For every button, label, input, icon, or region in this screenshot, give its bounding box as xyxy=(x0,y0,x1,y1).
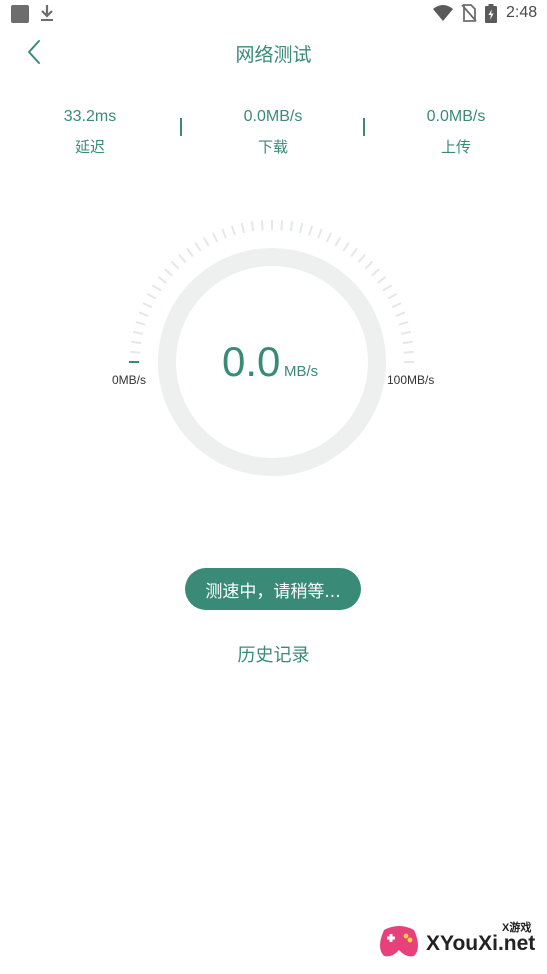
scale-max-label: 100MB/s xyxy=(387,373,435,387)
gauge-tick xyxy=(212,232,219,243)
gauge-tick xyxy=(325,232,332,243)
gauge-tick xyxy=(342,241,350,252)
gauge-tick xyxy=(250,221,255,232)
watermark-text: XYouXi.net xyxy=(426,932,536,955)
gauge-tick xyxy=(398,321,409,326)
gauge-tick xyxy=(391,302,402,309)
gauge-tick xyxy=(364,260,374,270)
gauge-tick xyxy=(402,340,413,345)
gauge-tick xyxy=(151,284,162,292)
gauge-tick xyxy=(357,254,366,263)
gauge-tick xyxy=(308,225,313,236)
gauge-tick xyxy=(138,311,149,317)
speed-gauge xyxy=(129,220,414,476)
gauge-tick xyxy=(130,350,141,354)
gauge-tick xyxy=(231,225,236,236)
gauge-tick xyxy=(131,340,142,345)
gauge-tick xyxy=(403,350,414,354)
gauge-tick xyxy=(377,276,387,284)
speed-unit: MB/s xyxy=(284,363,319,380)
gauge-tick xyxy=(400,330,412,335)
gauge-tick xyxy=(132,330,144,335)
gauge-tick xyxy=(186,247,194,257)
gauge-tick xyxy=(395,311,406,317)
gauge-tick xyxy=(194,241,202,252)
gauge-tick xyxy=(203,236,210,247)
gauge-tick xyxy=(178,254,187,263)
gamepad-logo-icon xyxy=(380,926,418,957)
gauge-tick xyxy=(170,260,180,270)
gauge-tick xyxy=(280,220,284,231)
gauge-tick xyxy=(334,236,341,247)
gauge-tick xyxy=(387,293,398,300)
gauge-tick xyxy=(135,321,146,326)
gauge-tick xyxy=(142,302,153,309)
gauge-tick xyxy=(157,276,167,284)
gauge-tick xyxy=(164,268,173,277)
gauge-tick xyxy=(299,222,304,234)
history-link[interactable]: 历史记录 xyxy=(0,641,547,667)
gauge-tick xyxy=(221,228,227,239)
speed-test-button[interactable]: 测速中，请稍等... xyxy=(185,568,361,610)
scale-min-label: 0MB/s xyxy=(112,373,147,387)
gauge-tick xyxy=(260,220,264,231)
gauge-tick xyxy=(371,268,380,277)
gauge-tick xyxy=(350,247,358,257)
gauge-tick xyxy=(382,284,393,292)
gauge-tick xyxy=(289,221,294,232)
gauge-tick xyxy=(146,293,157,300)
watermark: X游戏 XYouXi.net xyxy=(376,912,542,968)
gauge-tick xyxy=(240,222,245,234)
gauge-tick xyxy=(317,228,323,239)
speed-value: 0.0 xyxy=(222,338,281,385)
